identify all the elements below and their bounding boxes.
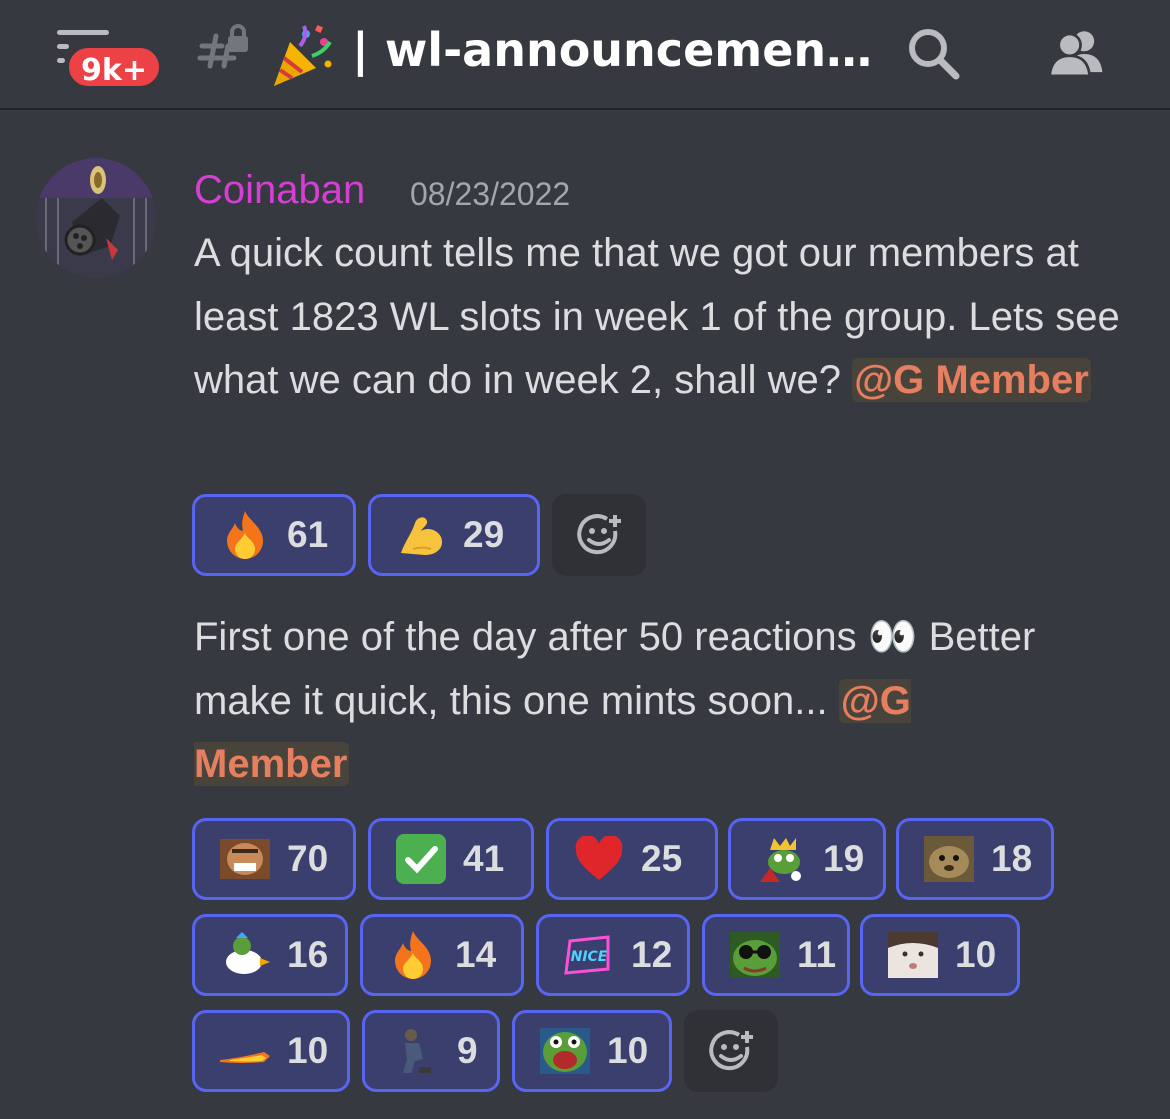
mention-part: Member [194,742,348,786]
search-icon[interactable] [904,24,964,84]
locked-channel-hash-icon [197,24,248,69]
reaction-count: 10 [287,1030,329,1071]
reaction-count: 41 [463,838,505,879]
check-mark-emoji [395,833,447,885]
reaction-pepe-scream[interactable]: 10 [512,1010,672,1092]
party-popper-emoji [274,25,332,86]
channel-header: 9k+ | wl-announcemen… [0,0,1170,110]
pepe-sunglasses-emoji [729,929,781,981]
reaction-pepe-sunglasses[interactable]: 11 [702,914,850,996]
reaction-pepe-duck[interactable]: 16 [192,914,348,996]
add-reaction-icon [577,514,621,555]
message-text: A quick count tells me that we got our m… [194,222,1134,413]
kneeling-man-emoji [389,1025,441,1077]
reaction-nice[interactable]: NICE 12 [536,914,690,996]
message-text: First one of the day after 50 reactions … [194,606,1134,797]
reaction-kneeling-man[interactable]: 9 [362,1010,500,1092]
reaction-count: 11 [797,934,837,975]
reaction-count: 9 [457,1030,478,1071]
nice-text-emoji: NICE [563,929,615,981]
reaction-flexed-biceps[interactable]: 29 [368,494,540,576]
reaction-count: 29 [463,514,505,555]
reaction-count: 70 [287,838,329,879]
red-heart-emoji [573,833,625,885]
laughing-man-emoji [219,833,271,885]
add-reaction-icon [709,1030,753,1071]
reaction-count: 14 [455,934,497,975]
pepe-scream-emoji [539,1025,591,1077]
svg-text:NICE: NICE [571,949,608,965]
fire-emoji [387,929,439,981]
avatar[interactable] [36,158,156,278]
members-icon[interactable] [1046,24,1106,84]
flexed-biceps-emoji [395,509,447,561]
reaction-girl-face[interactable]: 10 [860,914,1020,996]
reaction-count: 18 [991,838,1033,879]
reaction-check-mark[interactable]: 41 [368,818,534,900]
rocket-trail-emoji [219,1025,271,1077]
reaction-fire[interactable]: 14 [360,914,524,996]
dog-face-emoji [923,833,975,885]
reaction-count: 19 [823,838,865,879]
pepe-duck-emoji [219,929,271,981]
reaction-red-heart[interactable]: 25 [546,818,718,900]
menu-button[interactable]: 9k+ [52,28,163,90]
reaction-dog-face[interactable]: 18 [896,818,1054,900]
girl-face-emoji [887,929,939,981]
pepe-king-emoji [755,833,807,885]
reaction-fire[interactable]: 61 [192,494,356,576]
reaction-pepe-king[interactable]: 19 [728,818,886,900]
reaction-count: 61 [287,514,329,555]
reaction-count: 10 [955,934,997,975]
reaction-rocket-trail[interactable]: 10 [192,1010,350,1092]
timestamp: 08/23/2022 [410,176,571,212]
fire-emoji [219,509,271,561]
reaction-count: 12 [631,934,673,975]
role-mention[interactable]: @G Member [852,358,1091,402]
add-reaction-button[interactable] [684,1010,778,1092]
mention-part: @G [840,678,911,723]
channel-name[interactable]: | wl-announcemen… [352,20,872,80]
author-name[interactable]: Coinaban [194,164,365,216]
reaction-count: 16 [287,934,329,975]
reaction-count: 10 [607,1030,649,1071]
reaction-laughing-man[interactable]: 70 [192,818,356,900]
add-reaction-button[interactable] [552,494,646,576]
unread-badge: 9k+ [65,44,163,90]
reaction-count: 25 [641,838,683,879]
